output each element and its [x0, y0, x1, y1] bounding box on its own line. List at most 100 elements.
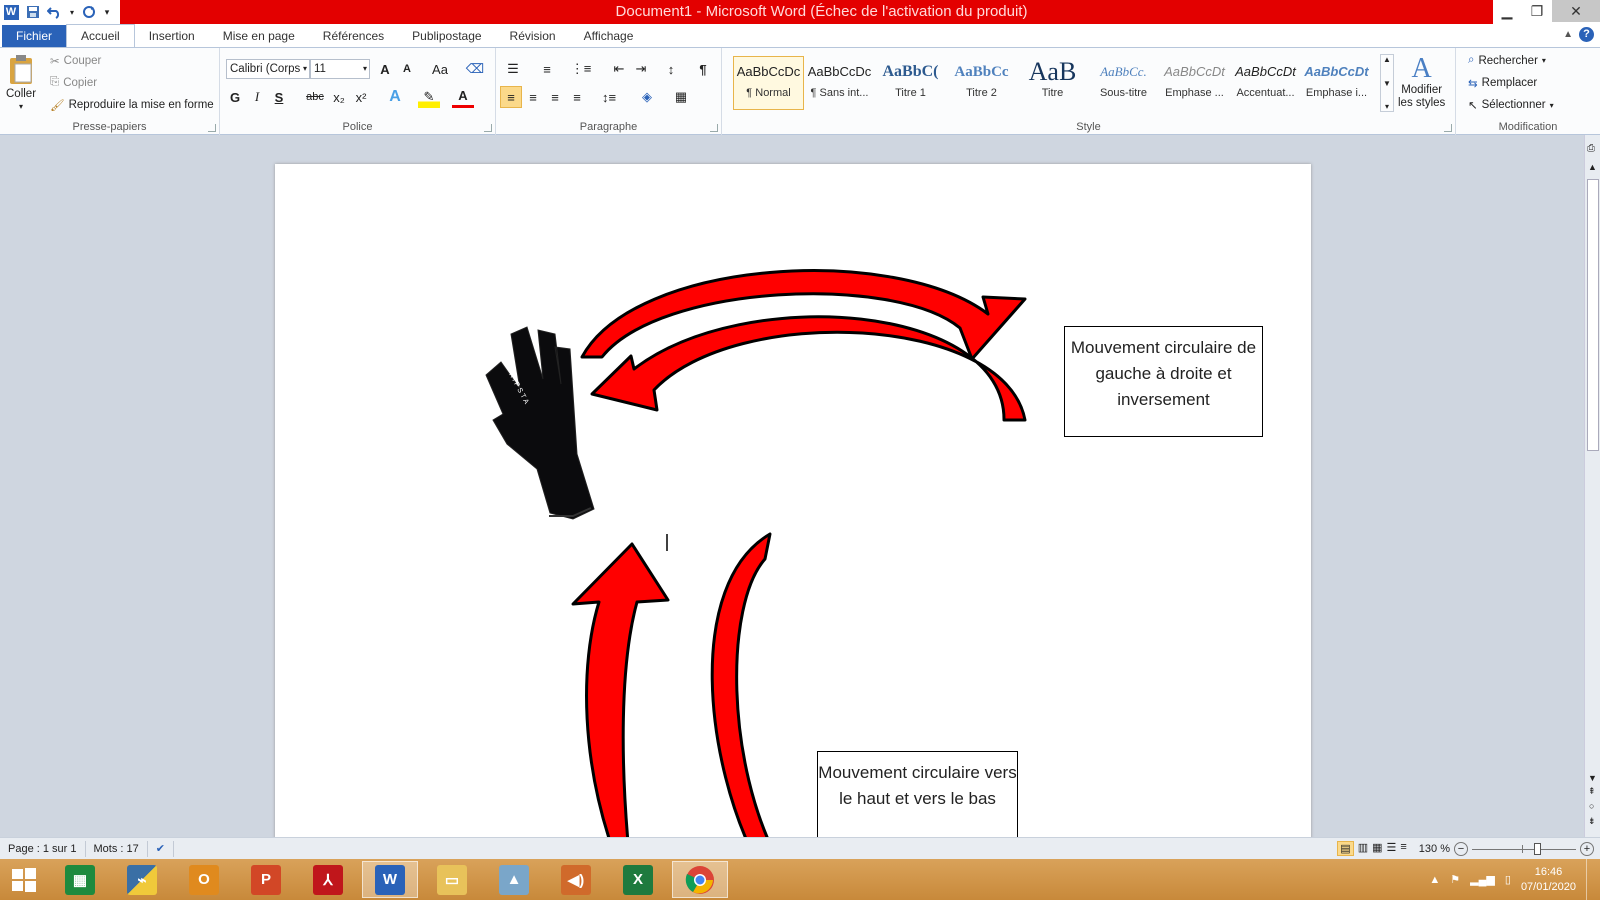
shading-icon[interactable]: ◈	[636, 86, 658, 108]
style-intense-emphasis[interactable]: AaBbCcDt Emphase i...	[1301, 56, 1372, 110]
print-layout-icon[interactable]: ▤	[1337, 841, 1354, 856]
paste-button[interactable]: Coller ▾	[6, 54, 36, 111]
tab-references[interactable]: Références	[309, 25, 398, 48]
dialog-launcher-icon[interactable]	[1444, 124, 1452, 132]
dialog-launcher-icon[interactable]	[710, 124, 718, 132]
taskbar-sound[interactable]: ◀)	[548, 861, 604, 898]
undo-icon[interactable]	[46, 3, 64, 21]
taskbar-outlook[interactable]: O	[176, 861, 232, 898]
cut-button[interactable]: ✂ Couper	[50, 54, 101, 68]
style-title[interactable]: AaB Titre	[1017, 56, 1088, 110]
tab-review[interactable]: Révision	[496, 25, 570, 48]
dialog-launcher-icon[interactable]	[484, 124, 492, 132]
full-screen-reading-icon[interactable]: ▥	[1358, 841, 1368, 856]
more-icon[interactable]: ▾	[1385, 102, 1389, 111]
customize-toolbar-icon[interactable]: ▾	[102, 3, 112, 21]
style-heading-2[interactable]: AaBbCc Titre 2	[946, 56, 1017, 110]
curved-arrow-down-shape[interactable]	[710, 532, 780, 837]
taskbar-image-viewer[interactable]: ▲	[486, 861, 542, 898]
curved-arrow-right-shape[interactable]	[580, 269, 1027, 361]
increase-indent-icon[interactable]: ⇥	[630, 58, 652, 80]
redo-icon[interactable]	[80, 3, 98, 21]
bold-button[interactable]: G	[224, 86, 246, 108]
taskbar-word[interactable]: W	[362, 861, 418, 898]
text-effects-icon[interactable]: A	[384, 86, 406, 108]
style-no-spacing[interactable]: AaBbCcDc ¶ Sans int...	[804, 56, 875, 110]
scroll-down-icon[interactable]: ▼	[1588, 773, 1597, 783]
vertical-scrollbar[interactable]: ⎙ ▲ ▼ ⇞ ○ ⇟	[1584, 135, 1600, 837]
taskbar-chrome[interactable]	[672, 861, 728, 898]
word-count[interactable]: Mots : 17	[86, 840, 148, 857]
subscript-button[interactable]: x₂	[328, 86, 350, 108]
text-box-left-right[interactable]: Mouvement circulaire de gauche à droite …	[1064, 326, 1263, 437]
select-button[interactable]: ↖ Sélectionner ▾	[1468, 98, 1554, 112]
align-left-icon[interactable]: ≡	[500, 86, 522, 108]
tab-page-layout[interactable]: Mise en page	[209, 25, 309, 48]
previous-page-icon[interactable]: ⇞	[1588, 786, 1596, 797]
taskbar-python[interactable]: ⌁	[114, 861, 170, 898]
help-icon[interactable]: ?	[1579, 27, 1594, 42]
style-emphasis[interactable]: AaBbCcDt Accentuat...	[1230, 56, 1301, 110]
align-right-icon[interactable]: ≡	[544, 86, 566, 108]
web-layout-icon[interactable]: ▦	[1372, 841, 1382, 856]
replace-button[interactable]: ⇆ Remplacer	[1468, 76, 1537, 90]
start-button[interactable]	[0, 861, 48, 898]
shrink-font-button[interactable]: A	[396, 58, 418, 80]
style-subtitle[interactable]: AaBbCc. Sous-titre	[1088, 56, 1159, 110]
tab-file[interactable]: Fichier	[2, 25, 67, 48]
strikethrough-button[interactable]: abc	[302, 86, 328, 108]
styles-scroll[interactable]: ▲ ▼ ▾	[1380, 54, 1394, 112]
draft-icon[interactable]: ≡	[1400, 841, 1406, 856]
clear-formatting-icon[interactable]: ⌫	[464, 58, 486, 80]
chevron-up-icon[interactable]: ▲	[1383, 55, 1391, 64]
taskbar-powerpoint[interactable]: P	[238, 861, 294, 898]
minimize-icon[interactable]: ▁	[1492, 0, 1522, 22]
network-icon[interactable]: ▂▄▆	[1470, 873, 1495, 886]
format-painter-button[interactable]: 🖌 Reproduire la mise en forme	[50, 98, 214, 112]
font-name-select[interactable]: Calibri (Corps ▾	[226, 59, 310, 79]
scroll-thumb[interactable]	[1587, 179, 1599, 451]
highlight-icon[interactable]: ✎	[418, 86, 440, 108]
numbering-icon[interactable]: ≡	[536, 58, 558, 80]
justify-icon[interactable]: ≡	[566, 86, 588, 108]
flag-icon[interactable]: ⚑	[1450, 873, 1460, 886]
battery-icon[interactable]: ▯	[1505, 873, 1511, 886]
tab-view[interactable]: Affichage	[570, 25, 648, 48]
ruler-toggle-icon[interactable]: ⎙	[1587, 143, 1595, 154]
tab-mailings[interactable]: Publipostage	[398, 25, 495, 48]
text-box-up-down[interactable]: Mouvement circulaire vers le haut et ver…	[817, 751, 1018, 837]
document-area[interactable]: KIPSTA Mouvement circulaire de gauche à …	[0, 135, 1584, 837]
restore-icon[interactable]: ❐	[1522, 0, 1552, 22]
style-heading-1[interactable]: AaBbC(Titre 1	[875, 56, 946, 110]
page-count[interactable]: Page : 1 sur 1	[0, 840, 86, 857]
save-icon[interactable]	[24, 3, 42, 21]
word-app-icon[interactable]: W	[2, 3, 20, 21]
sort-icon[interactable]: ↕	[660, 58, 682, 80]
copy-button[interactable]: ⎘ Copier	[50, 76, 97, 89]
zoom-in-icon[interactable]: +	[1580, 841, 1594, 856]
browse-object-icon[interactable]: ○	[1589, 801, 1594, 811]
bullets-icon[interactable]: ☰	[502, 58, 524, 80]
taskbar-acrobat[interactable]: ⅄	[300, 861, 356, 898]
tab-home[interactable]: Accueil	[66, 24, 135, 48]
multilevel-list-icon[interactable]: ⋮≡	[570, 58, 592, 80]
zoom-slider[interactable]	[1472, 842, 1576, 856]
taskbar-explorer[interactable]: ▭	[424, 861, 480, 898]
change-case-button[interactable]: Aa	[426, 58, 454, 80]
show-desktop-button[interactable]	[1586, 859, 1592, 900]
close-icon[interactable]: ✕	[1552, 0, 1600, 22]
taskbar-excel[interactable]: X	[610, 861, 666, 898]
tab-insert[interactable]: Insertion	[135, 25, 209, 48]
dialog-launcher-icon[interactable]	[208, 124, 216, 132]
superscript-button[interactable]: x²	[350, 86, 372, 108]
borders-icon[interactable]: ▦	[670, 86, 692, 108]
taskbar-store[interactable]: ▦	[52, 861, 108, 898]
clock[interactable]: 16:46 07/01/2020	[1521, 865, 1576, 895]
next-page-icon[interactable]: ⇟	[1588, 816, 1596, 827]
collapse-ribbon-icon[interactable]: ▲	[1563, 29, 1573, 40]
zoom-out-icon[interactable]: −	[1454, 841, 1468, 856]
style-subtle-emphasis[interactable]: AaBbCcDt Emphase ...	[1159, 56, 1230, 110]
chevron-down-icon[interactable]: ▼	[1383, 79, 1391, 88]
style-normal[interactable]: AaBbCcDc ¶ Normal	[733, 56, 804, 110]
glove-image[interactable]: KIPSTA	[485, 326, 595, 520]
